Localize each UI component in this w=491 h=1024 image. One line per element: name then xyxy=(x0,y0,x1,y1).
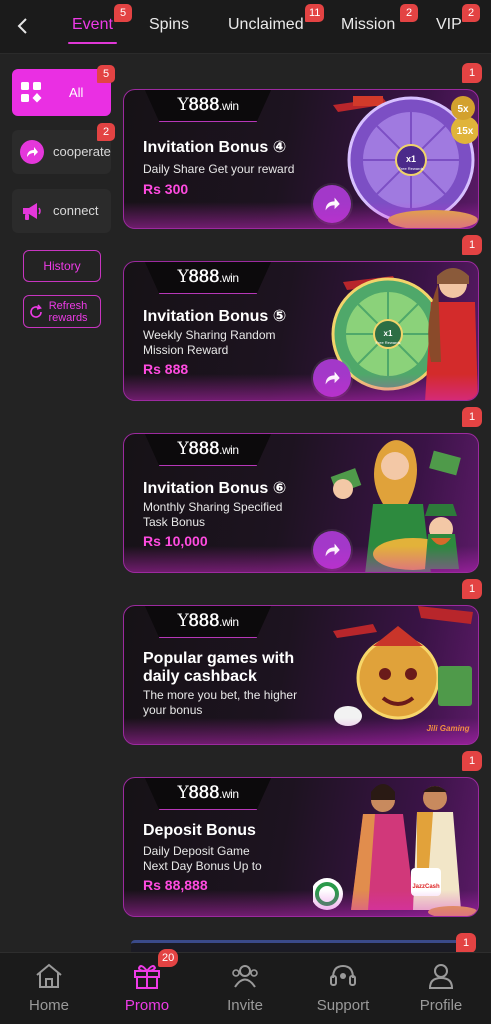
tab-label: Event xyxy=(72,16,113,33)
brand-logo: Y888.win xyxy=(144,778,272,810)
card-amount: Rs 888 xyxy=(143,361,189,377)
person-icon xyxy=(425,961,457,991)
headset-icon xyxy=(327,961,359,991)
tab-label: Spins xyxy=(149,16,190,33)
svg-text:x1: x1 xyxy=(406,154,416,164)
card-badge: 1 xyxy=(456,933,476,953)
brand-logo: Y888.win xyxy=(144,262,272,294)
card-title: Invitation Bonus ⑤ xyxy=(143,308,287,325)
svg-text:JazzCash: JazzCash xyxy=(412,884,440,890)
share-button[interactable] xyxy=(313,531,351,569)
promo-card-invitation-bonus-5[interactable]: Y888.win Invitation Bonus ⑤ Weekly Shari… xyxy=(123,261,479,401)
svg-text:x1: x1 xyxy=(384,329,393,338)
share-arrow-icon xyxy=(325,543,340,557)
nav-profile[interactable]: Profile xyxy=(392,953,490,1024)
sidebar-item-label: connect xyxy=(53,203,99,218)
dancing-couple-illustration: JazzCash xyxy=(313,784,478,916)
card-badge: 1 xyxy=(462,235,482,255)
tab-badge: 11 xyxy=(305,4,325,22)
nav-label: Home xyxy=(28,997,69,1014)
nav-badge: 20 xyxy=(158,949,179,967)
nav-label: Support xyxy=(316,997,370,1014)
card-subtitle: The more you bet, the higher your bonus xyxy=(143,688,298,717)
card-badge: 1 xyxy=(462,751,482,771)
nav-home[interactable]: Home xyxy=(0,953,98,1024)
chevron-left-icon xyxy=(17,18,27,34)
card-badge: 1 xyxy=(462,63,482,83)
tab-label: Mission xyxy=(341,16,396,33)
card-amount: Rs 10,000 xyxy=(143,533,208,549)
sidebar-item-connect[interactable]: connect xyxy=(12,189,111,233)
refresh-icon xyxy=(30,304,42,318)
svg-text:Free Rewards: Free Rewards xyxy=(398,166,423,171)
tab-badge: 5 xyxy=(114,4,132,22)
nav-label: Invite xyxy=(227,997,263,1014)
brand-logo: Y888.win xyxy=(144,434,272,466)
card-title: Invitation Bonus ⑥ xyxy=(143,480,287,497)
nav-invite[interactable]: Invite xyxy=(196,953,294,1024)
promo-card-invitation-bonus-4[interactable]: Y888.win Invitation Bonus ④ Daily Share … xyxy=(123,89,479,229)
share-button[interactable] xyxy=(313,359,351,397)
brand-logo: Y888.win xyxy=(144,90,272,122)
megaphone-icon xyxy=(20,199,44,223)
tab-badge: 2 xyxy=(400,4,418,22)
card-subtitle: Weekly Sharing Random Mission Reward xyxy=(143,328,276,357)
top-tab-bar: Event 5 Spins Unclaimed 11 Mission 2 VIP… xyxy=(0,0,491,54)
sidebar-badge: 5 xyxy=(97,65,115,83)
nav-label: Profile xyxy=(419,997,463,1014)
tab-badge: 2 xyxy=(462,4,480,22)
promo-card-invitation-bonus-6[interactable]: Y888.win Invitation Bonus ⑥ Monthly Shar… xyxy=(123,433,479,573)
grid-apps-icon xyxy=(21,82,42,103)
card-title: Invitation Bonus ④ xyxy=(143,139,287,156)
active-tab-indicator xyxy=(68,42,117,44)
card-title: Popular games with daily cashback xyxy=(143,650,295,685)
card-amount: Rs 300 xyxy=(143,181,189,197)
card-subtitle: Monthly Sharing Specified Task Bonus xyxy=(143,500,283,529)
brand-logo: Y888.win xyxy=(144,606,272,638)
share-button[interactable] xyxy=(313,185,351,223)
card-title: Deposit Bonus xyxy=(143,822,256,839)
tab-mission[interactable]: Mission xyxy=(341,16,395,34)
promo-card-deposit-bonus[interactable]: Y888.win Deposit Bonus Daily Deposit Gam… xyxy=(123,777,479,917)
svg-text:15x: 15x xyxy=(457,126,474,137)
home-icon xyxy=(33,961,65,991)
card-amount: Rs 88,888 xyxy=(143,877,208,893)
history-label: History xyxy=(43,259,81,273)
refresh-rewards-label: Refresh rewards xyxy=(48,299,88,324)
history-button[interactable]: History xyxy=(23,250,101,282)
svg-text:5x: 5x xyxy=(457,104,469,115)
tab-label: VIP xyxy=(436,16,462,33)
nav-label: Promo xyxy=(124,997,170,1014)
card-subtitle: Daily Share Get your reward xyxy=(143,162,295,176)
tab-unclaimed[interactable]: Unclaimed xyxy=(228,16,304,34)
share-arrow-icon xyxy=(20,140,44,164)
users-icon xyxy=(229,961,261,991)
sidebar-item-label: cooperate xyxy=(53,144,111,159)
tab-vip[interactable]: VIP xyxy=(436,16,462,34)
sidebar-badge: 2 xyxy=(97,123,115,141)
tab-label: Unclaimed xyxy=(228,16,304,33)
nav-promo[interactable]: Promo xyxy=(98,953,196,1024)
card-badge: 1 xyxy=(462,579,482,599)
share-arrow-icon xyxy=(325,371,340,385)
promo-card-daily-cashback[interactable]: Y888.win Popular games with daily cashba… xyxy=(123,605,479,745)
bottom-navigation: Home Promo 20 Invite Support Profile xyxy=(0,949,491,1024)
share-arrow-icon xyxy=(325,197,340,211)
golden-mask-illustration: Jili Gaming xyxy=(333,606,473,733)
refresh-rewards-button[interactable]: Refresh rewards xyxy=(23,295,101,328)
tab-event[interactable]: Event xyxy=(68,16,117,44)
nav-support[interactable]: Support xyxy=(294,953,392,1024)
svg-text:Free Rewards: Free Rewards xyxy=(375,340,400,345)
card-badge: 1 xyxy=(462,407,482,427)
card-subtitle: Daily Deposit Game Next Day Bonus Up to xyxy=(143,844,262,873)
svg-text:Jili Gaming: Jili Gaming xyxy=(426,724,469,733)
sidebar-item-label: All xyxy=(69,85,84,100)
back-button[interactable] xyxy=(8,10,36,42)
tab-spins[interactable]: Spins xyxy=(149,16,189,34)
